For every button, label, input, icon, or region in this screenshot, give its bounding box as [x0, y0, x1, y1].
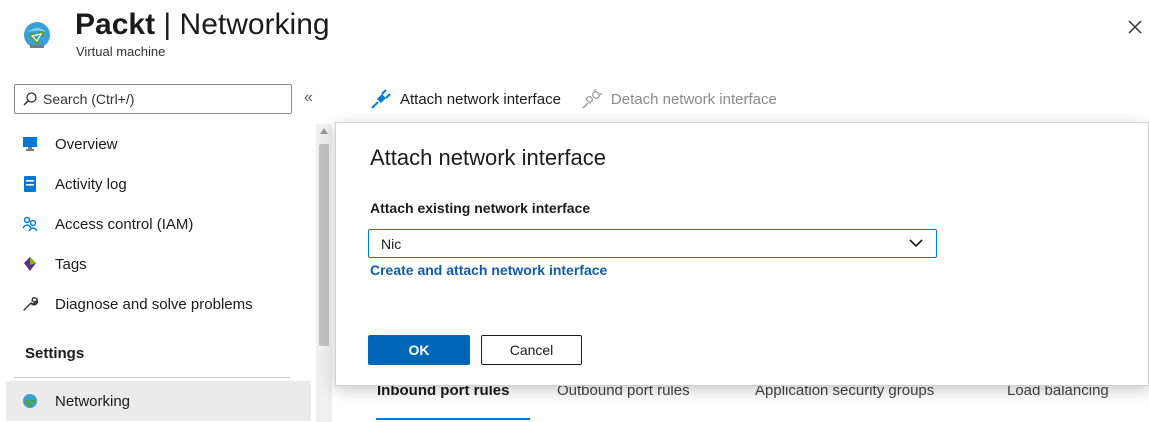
- search-icon: [23, 92, 37, 106]
- plug-icon: [371, 89, 391, 109]
- close-icon[interactable]: [1124, 16, 1146, 38]
- settings-section-heading: Settings: [25, 345, 85, 362]
- sidebar-item-label: Access control (IAM): [55, 215, 194, 233]
- resource-name: Packt: [75, 8, 156, 41]
- active-tab-indicator: [376, 418, 530, 420]
- sidebar-item-label: Activity log: [55, 175, 127, 193]
- network-icon: [23, 394, 37, 408]
- virtual-machine-icon: [24, 22, 50, 48]
- page-title: Packt | Networking: [75, 8, 330, 42]
- sidebar-item-access-control[interactable]: Access control (IAM): [0, 204, 316, 244]
- command-bar: Attach network interface Detach network …: [370, 86, 797, 112]
- chevron-down-icon: [909, 239, 923, 248]
- resource-type: Virtual machine: [76, 44, 166, 59]
- attach-network-interface-dialog: Attach network interface Attach existing…: [335, 122, 1149, 386]
- create-and-attach-link[interactable]: Create and attach network interface: [370, 262, 607, 278]
- search-input[interactable]: [43, 91, 283, 107]
- blade-header: Packt | Networking Virtual machine: [0, 0, 1149, 70]
- wrench-icon: [23, 297, 38, 311]
- sidebar-item-networking[interactable]: Networking: [6, 381, 311, 421]
- attach-label: Attach network interface: [400, 90, 561, 108]
- cancel-button[interactable]: Cancel: [481, 335, 582, 365]
- sidebar-item-overview[interactable]: Overview: [0, 124, 316, 164]
- existing-nic-label: Attach existing network interface: [370, 200, 591, 216]
- sidebar-item-label: Tags: [55, 255, 87, 273]
- detach-label: Detach network interface: [610, 90, 777, 108]
- sidebar-item-label: Overview: [55, 135, 118, 153]
- dropdown-value: Nic: [381, 236, 402, 252]
- detach-network-interface-button[interactable]: Detach network interface: [581, 88, 777, 110]
- dialog-title: Attach network interface: [370, 145, 607, 170]
- ok-button[interactable]: OK: [368, 335, 470, 365]
- existing-nic-dropdown[interactable]: Nic: [368, 229, 937, 258]
- scrollbar-thumb[interactable]: [319, 144, 329, 346]
- tag-icon: [24, 257, 36, 271]
- collapse-sidebar-button[interactable]: «: [304, 89, 313, 107]
- sidebar-scrollbar[interactable]: [316, 124, 332, 422]
- section-divider: [14, 377, 290, 378]
- monitor-icon: [23, 137, 37, 151]
- sidebar-item-diagnose[interactable]: Diagnose and solve problems: [0, 284, 316, 324]
- scroll-up-arrow[interactable]: [320, 128, 328, 134]
- sidebar-item-tags[interactable]: Tags: [0, 244, 316, 284]
- sidebar-item-label: Networking: [55, 392, 131, 410]
- sidebar-item-label: Diagnose and solve problems: [55, 295, 253, 313]
- sidebar-item-activity-log[interactable]: Activity log: [0, 164, 316, 204]
- log-icon: [24, 176, 36, 192]
- search-box[interactable]: [14, 84, 292, 114]
- people-icon: [22, 216, 38, 232]
- attach-network-interface-button[interactable]: Attach network interface: [370, 88, 561, 110]
- unplug-icon: [582, 88, 603, 109]
- blade-name: | Networking: [155, 8, 330, 41]
